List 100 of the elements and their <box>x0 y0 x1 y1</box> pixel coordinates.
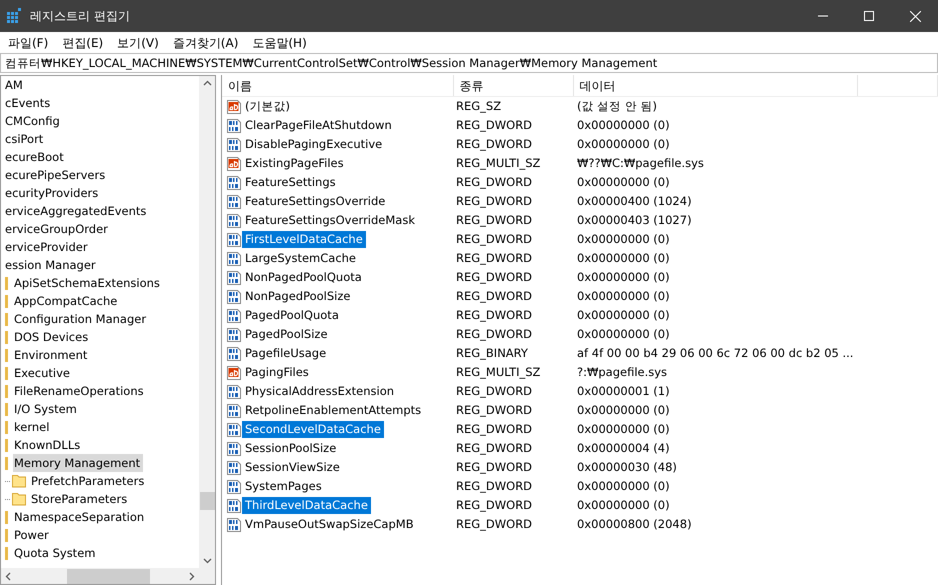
tree-item[interactable]: I/O System <box>13 400 80 418</box>
value-data: 0x00000001 (1) <box>576 382 671 400</box>
tree-item[interactable]: kernel <box>13 418 52 436</box>
tree-item[interactable]: Quota System <box>13 544 98 562</box>
string-value-icon <box>226 156 242 172</box>
binary-value-icon <box>226 516 242 532</box>
value-name[interactable]: SystemPages <box>242 478 325 495</box>
tree-item[interactable]: erviceAggregatedEvents <box>4 202 150 220</box>
value-type: REG_DWORD <box>455 230 534 248</box>
tree-item[interactable]: FileRenameOperations <box>13 382 147 400</box>
binary-value-icon <box>226 478 242 494</box>
binary-value-icon <box>226 212 242 228</box>
value-name[interactable]: RetpolineEnablementAttempts <box>242 402 424 419</box>
folder-icon <box>5 330 8 344</box>
vertical-scrollbar[interactable] <box>199 76 215 568</box>
scroll-thumb[interactable] <box>67 569 150 584</box>
value-name[interactable]: PhysicalAddressExtension <box>242 383 398 400</box>
value-data: 0x00000004 (4) <box>576 440 671 457</box>
folder-icon <box>5 312 8 326</box>
tree-item[interactable]: cEvents <box>4 94 54 112</box>
value-data: 0x00000000 (0) <box>576 116 671 134</box>
address-bar[interactable]: 컴퓨터₩HKEY_LOCAL_MACHINE₩SYSTEM₩CurrentControlSet₩Control₩Session Manager₩Memory Management <box>0 53 938 73</box>
tree-item[interactable]: NamespaceSeparation <box>13 508 148 526</box>
tree-item[interactable]: ApiSetSchemaExtensions <box>13 274 163 292</box>
tree-item[interactable]: PrefetchParameters <box>30 472 148 490</box>
folder-icon <box>5 348 8 362</box>
value-name[interactable]: NonPagedPoolQuota <box>242 269 365 286</box>
folder-icon <box>5 366 8 380</box>
binary-value-icon <box>226 270 242 286</box>
value-data: 0x00000000 (0) <box>576 174 671 191</box>
folder-icon <box>5 420 8 434</box>
value-name[interactable]: DisablePagingExecutive <box>242 136 386 153</box>
tree-item[interactable]: Power <box>13 526 52 544</box>
value-name[interactable]: ClearPageFileAtShutdown <box>242 117 395 134</box>
value-name[interactable]: PagingFiles <box>242 364 312 381</box>
menu-item[interactable]: 보기(V) <box>113 34 163 52</box>
menu-item[interactable]: 편집(E) <box>58 34 108 52</box>
value-name[interactable]: VmPauseOutSwapSizeCapMB <box>242 516 417 533</box>
menu-item[interactable]: 도움말(H) <box>248 34 311 52</box>
tree-item[interactable]: ecurePipeServers <box>4 166 108 184</box>
scroll-thumb[interactable] <box>200 492 215 510</box>
menu-item[interactable]: 파일(F) <box>4 34 52 52</box>
value-name[interactable]: SecondLevelDataCache <box>242 421 384 438</box>
folder-icon <box>12 492 26 506</box>
value-name[interactable]: ExistingPageFiles <box>242 155 347 172</box>
binary-value-icon <box>226 308 242 324</box>
column-header[interactable]: 데이터 <box>574 75 858 96</box>
folder-icon <box>5 438 8 452</box>
string-value-icon <box>226 364 242 380</box>
value-name[interactable]: SessionViewSize <box>242 459 343 476</box>
value-type: REG_DWORD <box>455 192 534 210</box>
value-name[interactable]: PagedPoolQuota <box>242 307 342 324</box>
column-header[interactable]: 이름 <box>222 75 454 96</box>
folder-icon <box>5 384 8 398</box>
column-header[interactable]: 종류 <box>454 75 574 96</box>
value-name[interactable]: NonPagedPoolSize <box>242 288 354 305</box>
tree-item[interactable]: erviceProvider <box>4 238 91 256</box>
tree-item[interactable]: Configuration Manager <box>13 310 150 328</box>
value-type: REG_DWORD <box>455 116 534 134</box>
value-name[interactable]: FeatureSettingsOverrideMask <box>242 212 418 229</box>
binary-value-icon <box>226 422 242 438</box>
tree-item[interactable]: csiPort <box>4 130 46 148</box>
binary-value-icon <box>226 326 242 342</box>
tree-item[interactable]: KnownDLLs <box>13 436 84 454</box>
tree-item[interactable]: DOS Devices <box>13 328 92 346</box>
folder-icon <box>5 510 8 524</box>
tree-item[interactable]: CMConfig <box>4 112 63 130</box>
value-name[interactable]: FeatureSettingsOverride <box>242 193 388 210</box>
value-name[interactable]: PagefileUsage <box>242 345 330 362</box>
value-name[interactable]: FirstLevelDataCache <box>242 231 366 248</box>
value-data: 0x00000000 (0) <box>576 478 671 495</box>
value-name[interactable]: SessionPoolSize <box>242 440 340 457</box>
value-name[interactable]: (기본값) <box>242 98 293 115</box>
tree-item[interactable]: Memory Management <box>13 454 144 472</box>
tree-item[interactable]: Environment <box>13 346 90 364</box>
value-type: REG_DWORD <box>455 420 534 438</box>
tree-item[interactable]: ession Manager <box>4 256 99 274</box>
tree-item[interactable]: StoreParameters <box>30 490 130 508</box>
horizontal-scrollbar[interactable] <box>1 568 199 584</box>
value-data: 0x00000000 (0) <box>576 496 671 514</box>
value-data: ?:₩pagefile.sys <box>576 364 668 381</box>
value-name[interactable]: PagedPoolSize <box>242 326 331 343</box>
tree-item[interactable]: AM <box>4 76 26 94</box>
value-data: 0x00000000 (0) <box>576 268 671 286</box>
value-type: REG_DWORD <box>455 382 534 400</box>
binary-value-icon <box>226 402 242 418</box>
tree-item[interactable]: ecureBoot <box>4 148 67 166</box>
value-type: REG_BINARY <box>455 344 529 362</box>
value-name[interactable]: ThirdLevelDataCache <box>242 497 371 514</box>
value-data: 0x00000000 (0) <box>576 306 671 324</box>
tree-item[interactable]: Executive <box>13 364 73 382</box>
value-data: 0x00000030 (48) <box>576 458 678 476</box>
menu-item[interactable]: 즐겨찾기(A) <box>168 34 242 52</box>
tree-item[interactable]: AppCompatCache <box>13 292 120 310</box>
value-data: 0x00000800 (2048) <box>576 516 693 533</box>
tree-item[interactable]: ecurityProviders <box>4 184 102 202</box>
value-name[interactable]: LargeSystemCache <box>242 250 360 267</box>
tree-item[interactable]: erviceGroupOrder <box>4 220 111 238</box>
binary-value-icon <box>226 250 242 266</box>
value-name[interactable]: FeatureSettings <box>242 174 339 191</box>
